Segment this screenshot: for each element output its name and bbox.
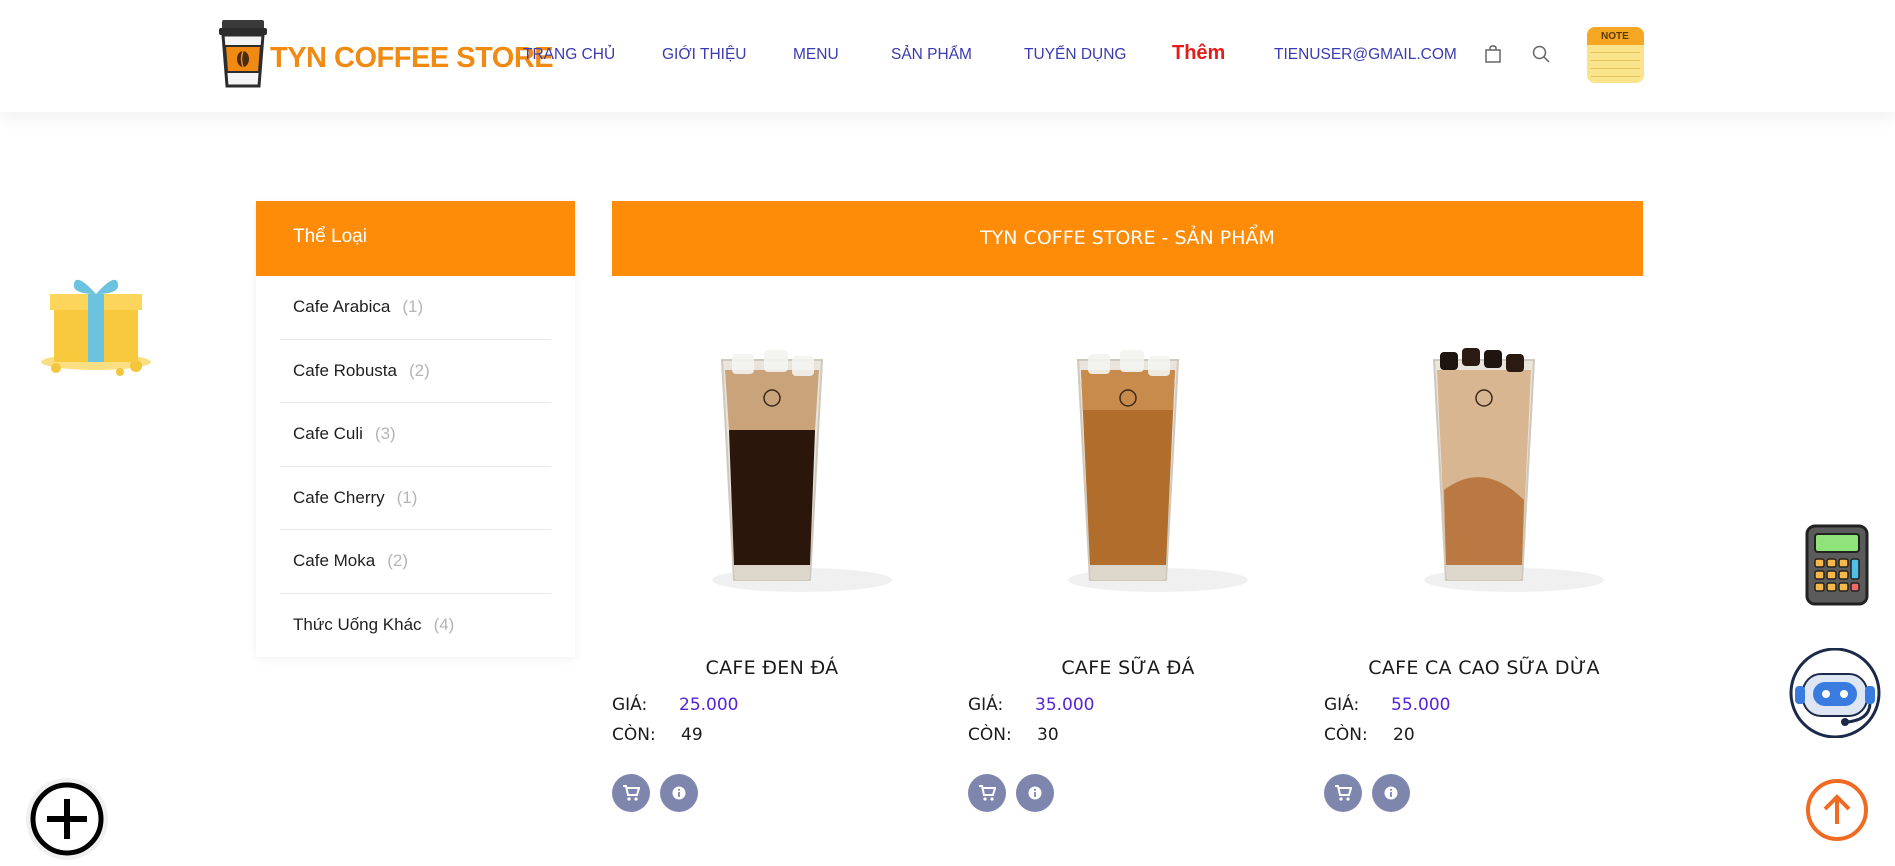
product-stock: 30: [1037, 725, 1059, 745]
product-info-button[interactable]: [1016, 774, 1054, 812]
product-name[interactable]: CAFE CA CAO SỮA DỪA: [1324, 657, 1644, 679]
category-sidebar: Thể Loại Cafe Arabica (1) Cafe Robusta (2)…: [256, 201, 575, 657]
info-icon: [1028, 786, 1042, 800]
category-name: Cafe Moka: [293, 551, 376, 571]
note-label: NOTE: [1587, 27, 1644, 45]
arrow-up-icon: [1823, 794, 1851, 824]
nav-products[interactable]: SẢN PHẨM: [891, 46, 972, 64]
nav-user-email[interactable]: TIENUSER@GMAIL.COM: [1274, 46, 1457, 64]
search-icon[interactable]: [1531, 44, 1551, 64]
cart-icon: [1335, 785, 1352, 801]
gift-icon[interactable]: [36, 272, 156, 377]
product-info-button[interactable]: [1372, 774, 1410, 812]
chatbot-icon[interactable]: [1787, 648, 1883, 738]
category-item[interactable]: Cafe Robusta (2): [280, 340, 551, 403]
category-item[interactable]: Cafe Culi (3): [280, 403, 551, 467]
note-icon[interactable]: NOTE: [1587, 27, 1644, 83]
product-stock: 49: [681, 725, 703, 745]
product-stock: 20: [1393, 725, 1415, 745]
category-item[interactable]: Cafe Moka (2): [280, 530, 551, 594]
category-count: (2): [387, 551, 408, 571]
info-icon: [672, 786, 686, 800]
product-price: 55.000: [1391, 695, 1451, 715]
product-name[interactable]: CAFE SỮA ĐÁ: [968, 657, 1288, 679]
product-price-row: GIÁ: 55.000: [1324, 695, 1450, 715]
category-count: (1): [402, 297, 424, 317]
category-item[interactable]: Cafe Cherry (1): [280, 467, 551, 530]
category-name: Thức Uống Khác: [293, 615, 422, 635]
add-to-cart-button[interactable]: [1324, 774, 1362, 812]
product-price-row: GIÁ: 25.000: [612, 695, 738, 715]
category-list: Cafe Arabica (1) Cafe Robusta (2) Cafe Cul…: [256, 276, 575, 657]
sidebar-title: Thể Loại: [256, 201, 575, 276]
stock-label: CÒN:: [612, 725, 656, 745]
site-header: TYN COFFEE STORE TRANG CHỦ GIỚI THIỆU ME…: [0, 0, 1895, 112]
product-price: 25.000: [679, 695, 739, 715]
product-stock-row: CÒN: 20: [1324, 725, 1415, 745]
price-label: GIÁ:: [1324, 695, 1360, 715]
price-label: GIÁ:: [612, 695, 648, 715]
category-count: (4): [433, 615, 455, 635]
category-count: (3): [374, 424, 396, 444]
nav-home[interactable]: TRANG CHỦ: [523, 46, 615, 64]
category-name: Cafe Cherry: [293, 487, 385, 507]
add-to-cart-button[interactable]: [612, 774, 650, 812]
cart-icon: [623, 785, 640, 801]
category-name: Cafe Arabica: [293, 297, 391, 317]
calculator-icon[interactable]: [1805, 524, 1869, 606]
products-heading: TYN COFFE STORE - SẢN PHẨM: [612, 201, 1643, 276]
cart-icon: [979, 785, 996, 801]
product-image[interactable]: [1048, 340, 1248, 600]
product-stock-row: CÒN: 30: [968, 725, 1059, 745]
category-item[interactable]: Cafe Arabica (1): [280, 276, 551, 340]
category-name: Cafe Robusta: [293, 360, 397, 380]
category-name: Cafe Culi: [293, 424, 363, 444]
note-line: [1591, 76, 1640, 77]
plus-icon: [30, 782, 104, 856]
product-image[interactable]: [692, 340, 892, 600]
stock-label: CÒN:: [968, 725, 1012, 745]
note-line: [1591, 60, 1640, 61]
stock-label: CÒN:: [1324, 725, 1368, 745]
category-item[interactable]: Thức Uống Khác (4): [280, 594, 551, 658]
category-count: (2): [408, 360, 430, 380]
info-icon: [1384, 786, 1398, 800]
price-label: GIÁ:: [968, 695, 1004, 715]
nav-recruitment[interactable]: TUYỂN DỤNG: [1024, 46, 1126, 64]
nav-more[interactable]: Thêm: [1172, 42, 1225, 65]
add-to-cart-button[interactable]: [968, 774, 1006, 812]
shopping-bag-icon[interactable]: [1483, 44, 1503, 64]
note-line: [1591, 52, 1640, 53]
product-price: 35.000: [1035, 695, 1095, 715]
add-widget-button[interactable]: [26, 778, 108, 860]
nav-menu[interactable]: MENU: [793, 46, 839, 64]
scroll-to-top-button[interactable]: [1806, 779, 1868, 841]
product-image[interactable]: [1404, 340, 1604, 600]
product-name[interactable]: CAFE ĐEN ĐÁ: [612, 657, 932, 679]
nav-about[interactable]: GIỚI THIỆU: [662, 46, 747, 64]
product-price-row: GIÁ: 35.000: [968, 695, 1094, 715]
category-count: (1): [396, 487, 418, 507]
product-stock-row: CÒN: 49: [612, 725, 703, 745]
product-info-button[interactable]: [660, 774, 698, 812]
note-line: [1591, 68, 1640, 69]
